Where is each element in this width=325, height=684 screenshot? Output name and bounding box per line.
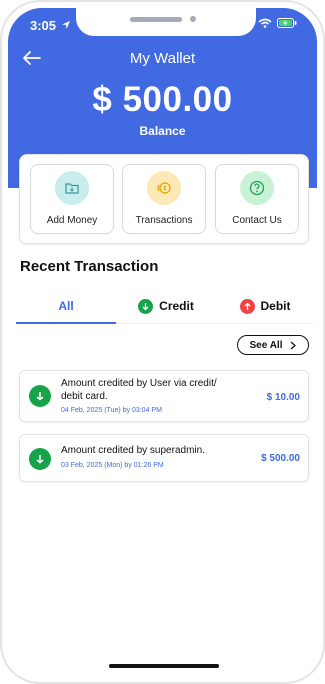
contact-us-label: Contact Us <box>232 215 282 226</box>
tab-debit-label: Debit <box>260 299 291 313</box>
signal-icon <box>239 18 253 28</box>
page-title: My Wallet <box>129 50 196 67</box>
see-all-label: See All <box>249 339 283 351</box>
tab-all[interactable]: All <box>16 288 116 324</box>
coins-icon <box>147 171 181 205</box>
battery-icon <box>277 18 297 28</box>
transaction-amount: $ 500.00 <box>261 453 300 464</box>
arrow-down-circle-icon <box>138 298 154 314</box>
transaction-amount: $ 10.00 <box>266 392 300 403</box>
balance-label: Balance <box>139 124 186 138</box>
transaction-item[interactable]: Amount credited by User via credit/ debi… <box>19 370 309 422</box>
tab-credit[interactable]: Credit <box>116 288 216 324</box>
add-money-button[interactable]: Add Money <box>30 164 114 234</box>
transaction-tabs: All Credit Debit <box>16 288 314 324</box>
status-time: 3:05 <box>30 18 57 33</box>
transaction-description: Amount credited by superadmin. <box>61 445 205 456</box>
contact-us-button[interactable]: Contact Us <box>215 164 299 234</box>
phone-frame: 3:05 My Wallet $ 500.00 Balance Add Mone… <box>0 0 325 684</box>
transaction-date: 04 Feb, 2025 (Tue) by 03:04 PM <box>61 407 162 414</box>
notch <box>76 8 256 36</box>
location-icon <box>62 21 70 29</box>
balance-amount: $ 500.00 <box>92 80 233 119</box>
credit-arrow-icon <box>29 385 51 407</box>
active-tab-indicator <box>16 322 116 324</box>
quick-actions-card: Add Money Transactions Contact Us <box>19 154 309 244</box>
wifi-icon <box>258 18 272 28</box>
camera <box>190 16 196 22</box>
tab-credit-label: Credit <box>159 299 194 313</box>
credit-arrow-icon <box>29 448 51 470</box>
section-title: Recent Transaction <box>20 258 159 275</box>
home-indicator[interactable] <box>109 664 219 668</box>
see-all-button[interactable]: See All <box>237 335 309 355</box>
status-icons <box>239 18 297 28</box>
chevron-right-icon <box>291 341 297 349</box>
folder-icon <box>55 171 89 205</box>
help-icon <box>240 171 274 205</box>
add-money-label: Add Money <box>46 215 98 226</box>
speaker <box>130 17 182 22</box>
transaction-description: Amount credited by User via credit/ debi… <box>61 378 217 402</box>
transactions-button[interactable]: Transactions <box>122 164 206 234</box>
screen: 3:05 My Wallet $ 500.00 Balance Add Mone… <box>8 8 317 676</box>
tab-all-label: All <box>58 299 74 313</box>
transaction-date: 03 Feb, 2025 (Mon) by 01:26 PM <box>61 462 164 469</box>
transaction-item[interactable]: Amount credited by superadmin. 03 Feb, 2… <box>19 434 309 482</box>
arrow-up-circle-icon <box>239 298 255 314</box>
tab-debit[interactable]: Debit <box>216 288 314 324</box>
tab-divider <box>116 323 314 324</box>
transactions-label: Transactions <box>135 215 193 226</box>
